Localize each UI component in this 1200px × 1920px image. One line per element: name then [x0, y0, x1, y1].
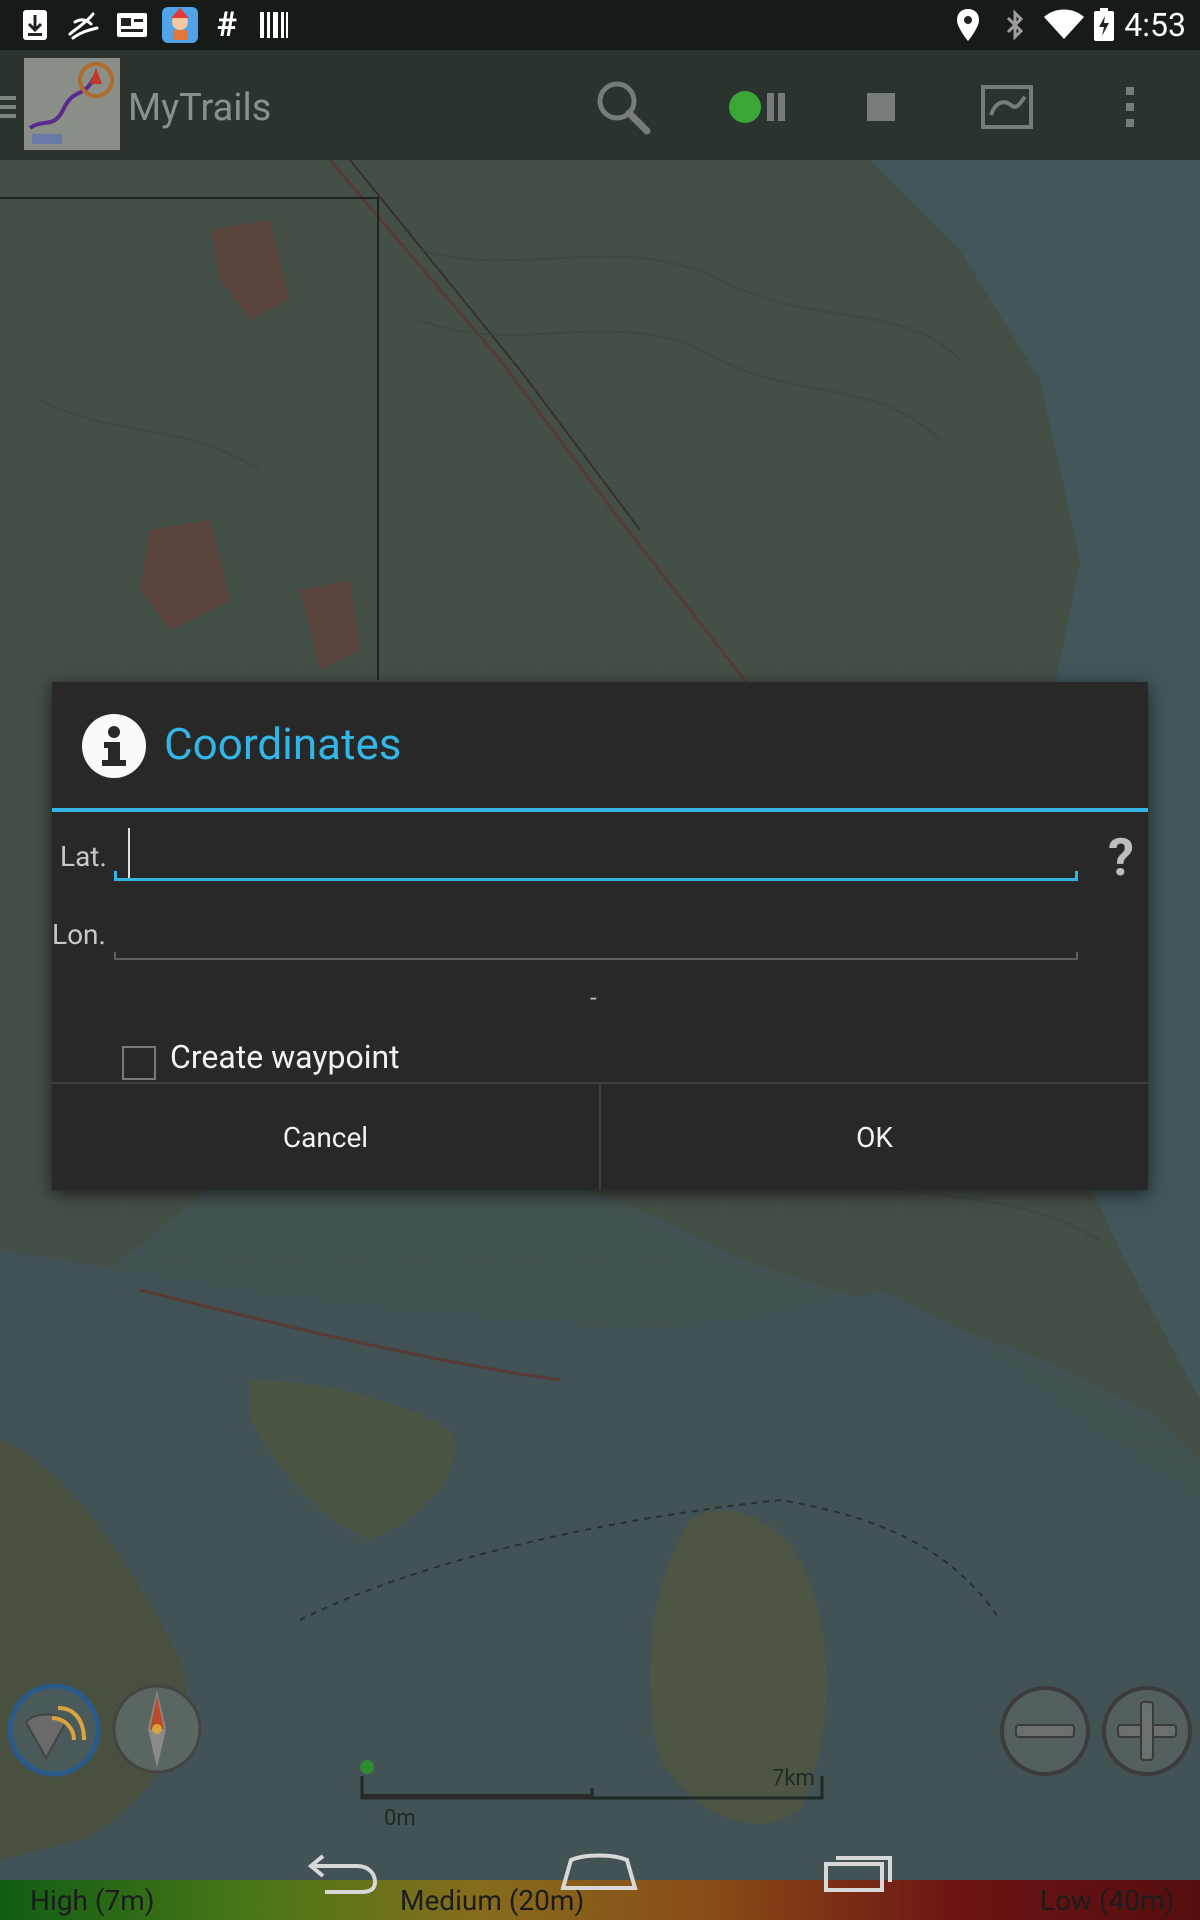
action-bar: MyTrails [0, 50, 1200, 160]
text-cursor [128, 828, 130, 878]
overflow-menu-icon[interactable] [1100, 72, 1160, 142]
record-pause-icon[interactable] [716, 72, 796, 142]
lon-input-underline [114, 958, 1078, 960]
coordinate-preview: - [590, 984, 597, 1012]
dialog-header: Coordinates [52, 682, 1148, 808]
zoom-in-button[interactable] [1100, 1684, 1194, 1778]
lat-label: Lat. [60, 840, 107, 873]
stop-icon[interactable] [846, 72, 916, 142]
lat-input[interactable] [134, 828, 1124, 880]
app-badge-icon [160, 7, 200, 43]
scale-end-label: 7km [772, 1766, 815, 1791]
lon-underline-tick-left [114, 952, 116, 960]
accuracy-low-label: Low (40m) [1040, 1884, 1175, 1917]
hash-icon: # [216, 5, 238, 45]
compass-icon[interactable] [110, 1682, 204, 1776]
dialog-title: Coordinates [164, 718, 402, 770]
navigation-bar: High (7m) Medium (20m) Low (40m) [0, 1842, 1200, 1920]
ok-button[interactable]: OK [601, 1084, 1148, 1190]
bluetooth-icon [1002, 8, 1028, 42]
drawer-menu-icon[interactable] [0, 92, 18, 122]
dialog-title-divider [52, 808, 1148, 812]
map-layers-icon[interactable] [972, 72, 1042, 142]
app-logo-icon[interactable] [24, 58, 120, 150]
recent-apps-icon[interactable] [804, 1842, 914, 1902]
help-button[interactable]: ? [1096, 828, 1146, 888]
coordinates-dialog: Coordinates Lat. ? Lon. - Create waypoin… [52, 682, 1148, 1190]
signature-icon [66, 8, 102, 42]
lat-underline-tick-right [1075, 871, 1078, 881]
lat-underline-tick-left [114, 871, 117, 881]
battery-charging-icon [1092, 8, 1116, 42]
lat-input-underline [114, 878, 1078, 881]
search-icon[interactable] [588, 72, 658, 142]
download-icon [20, 8, 50, 42]
lon-label: Lon. [52, 918, 106, 951]
lon-input[interactable] [134, 906, 1124, 956]
scale-start-label: 0m [384, 1806, 416, 1831]
wifi-icon [1042, 8, 1086, 42]
back-icon[interactable] [288, 1842, 398, 1902]
status-bar: # 4:53 [0, 0, 1200, 50]
accuracy-high-label: High (7m) [30, 1884, 155, 1917]
scale-bar: 0m 7km [360, 1760, 830, 1831]
barcode-icon [258, 8, 290, 42]
cancel-button[interactable]: Cancel [52, 1084, 599, 1190]
create-waypoint-label[interactable]: Create waypoint [170, 1038, 400, 1076]
gps-follow-button[interactable] [6, 1682, 102, 1778]
create-waypoint-checkbox[interactable] [122, 1046, 156, 1080]
app-title: MyTrails [128, 86, 272, 130]
home-icon[interactable] [544, 1842, 654, 1902]
location-pin-icon [954, 8, 982, 42]
clock: 4:53 [1124, 6, 1186, 44]
info-icon [82, 714, 146, 778]
lon-underline-tick-right [1076, 952, 1078, 960]
news-card-icon [116, 8, 148, 42]
zoom-out-button[interactable] [998, 1684, 1092, 1778]
